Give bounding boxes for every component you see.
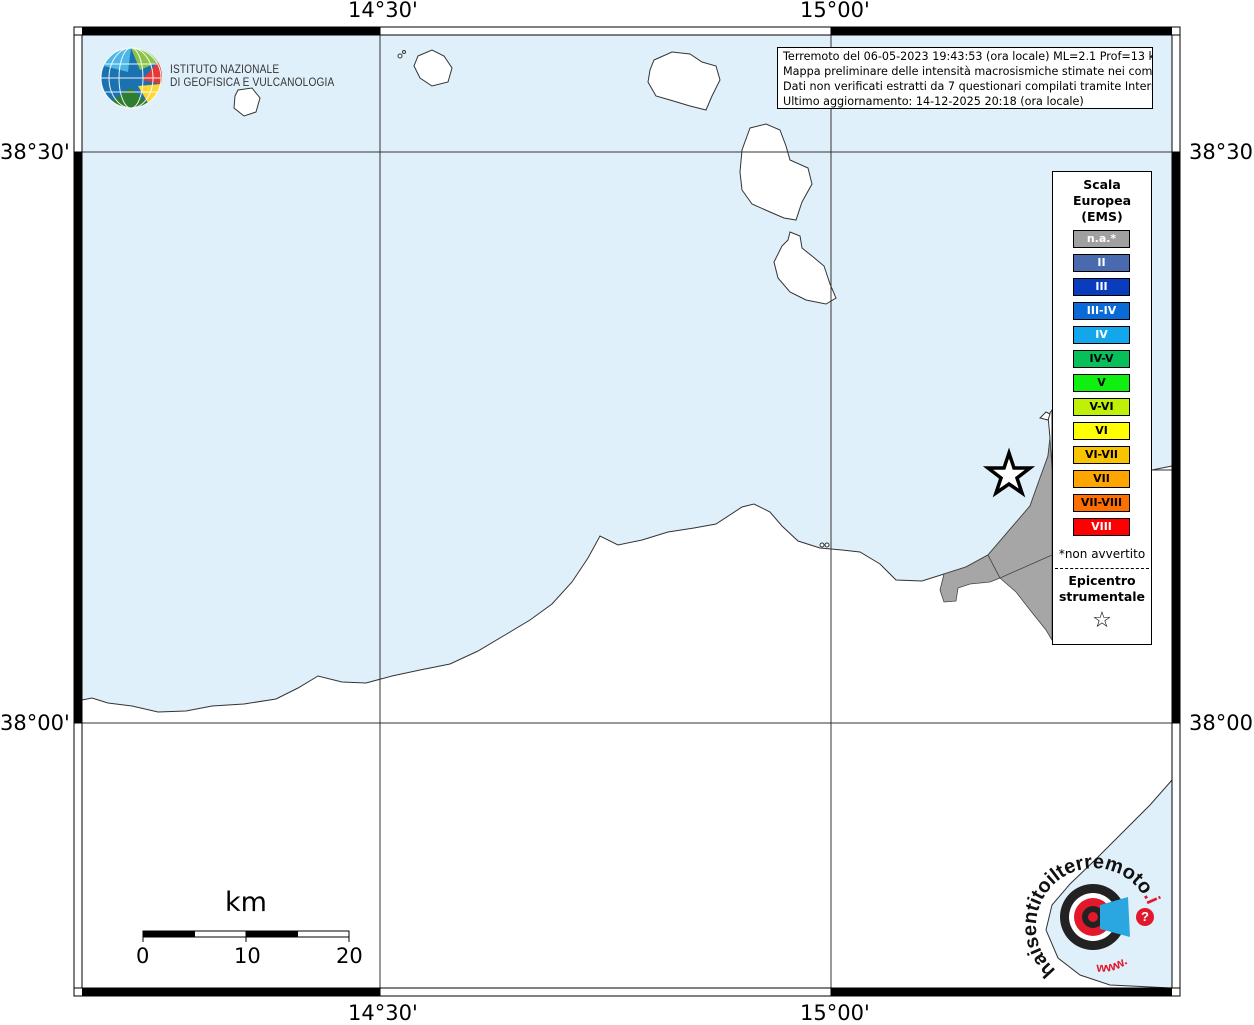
legend-item-11: VII-VIII xyxy=(1073,494,1130,512)
x-tick-bottom-1430: 14°30' xyxy=(348,1001,418,1025)
legend-epicenter-label: Epicentro strumentale xyxy=(1053,573,1151,605)
intensity-legend: Scala Europea (EMS) n.a.* II III III-IV IV IV… xyxy=(1052,171,1152,645)
y-tick-right-3830: 38°30' xyxy=(1189,140,1254,164)
legend-item-10: VII xyxy=(1073,470,1130,488)
svg-text:www.: www. xyxy=(1095,953,1129,975)
brand-www: www. xyxy=(1095,953,1129,975)
legend-item-4: IV xyxy=(1073,326,1130,344)
ingv-globe-icon xyxy=(100,47,162,109)
legend-item-6: V xyxy=(1073,374,1130,392)
ingv-line1: ISTITUTO NAZIONALE xyxy=(170,64,280,76)
legend-title-2: Europea xyxy=(1072,193,1132,208)
legend-epicenter-star-icon: ☆ xyxy=(1092,608,1112,633)
legend-note: *non avvertito xyxy=(1058,547,1146,561)
legend-item-8: VI xyxy=(1073,422,1130,440)
legend-epicenter-line2: strumentale xyxy=(1058,589,1146,604)
legend-epicenter-line1: Epicentro xyxy=(1068,573,1136,588)
brand-text: haisentitoilterremoto xyxy=(1020,851,1157,982)
x-tick-bottom-1500: 15°00' xyxy=(800,1001,870,1025)
scale-tick-0: 0 xyxy=(136,944,150,968)
legend-item-2: III xyxy=(1073,278,1130,296)
legend-item-7: V-VI xyxy=(1073,398,1130,416)
legend-item-1: II xyxy=(1073,254,1130,272)
event-info-box: Terremoto del 06-05-2023 19:43:53 (ora l… xyxy=(777,47,1153,109)
legend-item-9: VI-VII xyxy=(1073,446,1130,464)
info-line-1: Terremoto del 06-05-2023 19:43:53 (ora l… xyxy=(783,50,1153,63)
legend-separator xyxy=(1055,568,1149,569)
haisentito-brand: haisentitoilterremoto.it www. ? xyxy=(1020,850,1164,982)
info-line-3: Dati non verificati estratti da 7 questi… xyxy=(783,80,1153,93)
legend-item-0: n.a.* xyxy=(1073,230,1130,248)
legend-title-1: Scala xyxy=(1083,177,1121,192)
legend-item-5: IV-V xyxy=(1073,350,1130,368)
info-line-4: Ultimo aggiornamento: 14-12-2025 20:18 (… xyxy=(783,95,1084,108)
scale-tick-20: 20 xyxy=(336,944,363,968)
scale-tick-10: 10 xyxy=(234,944,261,968)
info-line-2: Mappa preliminare delle intensità macros… xyxy=(783,65,1153,78)
legend-item-3: III-IV xyxy=(1073,302,1130,320)
x-tick-top-1430: 14°30' xyxy=(348,0,418,22)
y-tick-right-3800: 38°00' xyxy=(1189,711,1254,735)
ingv-line2: DI GEOFISICA E VULCANOLOGIA xyxy=(170,77,335,89)
brand-question: ? xyxy=(1141,909,1149,924)
ingv-logo-text: ISTITUTO NAZIONALE DI GEOFISICA E VULCAN… xyxy=(170,64,334,90)
legend-title-3: (EMS) xyxy=(1081,209,1123,224)
scale-unit: km xyxy=(225,887,267,918)
x-tick-top-1500: 15°00' xyxy=(800,0,870,22)
y-tick-left-3800: 38°00' xyxy=(0,711,70,735)
legend-item-12: VIII xyxy=(1073,518,1130,536)
y-tick-left-3830: 38°30' xyxy=(0,140,70,164)
